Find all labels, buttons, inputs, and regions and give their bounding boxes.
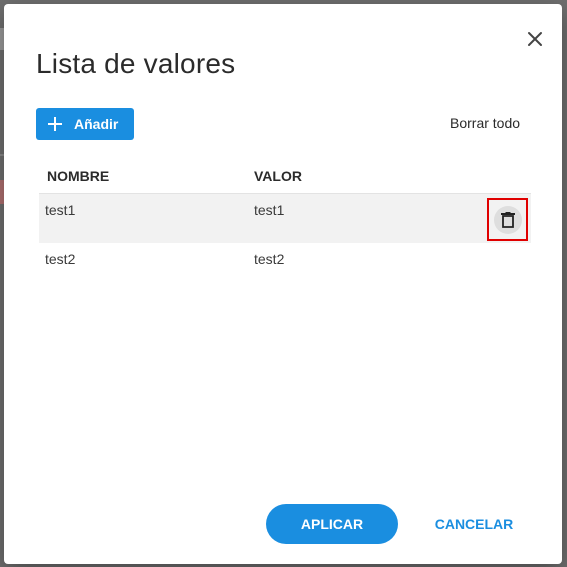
trash-icon [500,211,515,228]
column-header-value: VALOR [254,167,302,184]
row-value-cell: test1 [254,202,285,218]
clear-all-button[interactable]: Borrar todo [450,115,520,131]
cancel-button[interactable]: CANCELAR [428,504,520,544]
column-header-name: NOMBRE [47,167,110,184]
delete-highlight [487,198,528,241]
apply-button[interactable]: APLICAR [266,504,398,544]
value-list-dialog: Lista de valores Añadir Borrar todo NOMB… [4,4,562,564]
values-table: NOMBRE VALOR test1 test1 test2 test2 [39,158,531,292]
plus-icon [48,117,62,131]
row-name-cell: test2 [45,251,76,267]
table-row[interactable]: test2 test2 [39,243,531,292]
close-button[interactable] [520,24,550,54]
table-header: NOMBRE VALOR [39,158,531,194]
delete-row-button[interactable] [493,205,522,234]
row-name-cell: test1 [45,202,76,218]
close-icon [528,32,542,46]
table-row[interactable]: test1 test1 [39,194,531,243]
dialog-title: Lista de valores [36,48,236,79]
row-value-cell: test2 [254,251,285,267]
add-button-label: Añadir [74,116,119,132]
add-button[interactable]: Añadir [36,108,134,140]
